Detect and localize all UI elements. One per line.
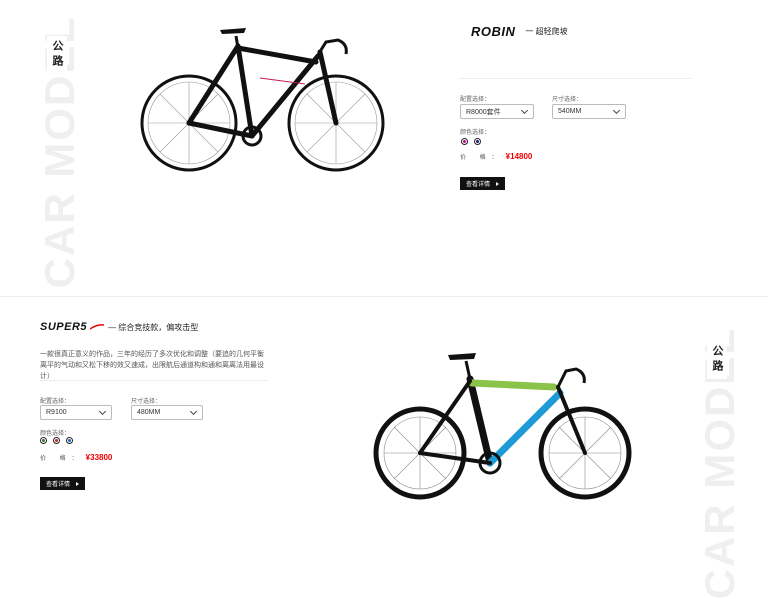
price-label: 价 格：: [40, 456, 84, 462]
color-swatch[interactable]: [474, 138, 481, 145]
divider: [40, 380, 268, 381]
product-section-super5: CAR MODEL 公路 SUPER5 — 综合竞技款，偏攻击型 一款很真正意义…: [0, 296, 768, 599]
spec-select-value: R9100: [46, 409, 67, 416]
price-value: ¥33800: [85, 453, 113, 462]
swoosh-icon: [90, 324, 105, 330]
price-value: ¥14800: [505, 152, 533, 161]
product-title-row: SUPER5 — 综合竞技款，偏攻击型: [40, 321, 198, 333]
brand-logo-super5: SUPER5: [40, 321, 88, 333]
color-label: 颜色选择：: [460, 130, 491, 136]
color-swatch[interactable]: [53, 437, 60, 444]
arrow-right-icon: [76, 481, 80, 486]
spec-label: 配置选择：: [460, 97, 491, 103]
brand-logo-robin: ROBIN: [471, 24, 516, 39]
price-row: 价 格： ¥33800: [40, 453, 112, 462]
bike-image-robin: [140, 28, 385, 172]
color-label: 颜色选择：: [40, 431, 71, 437]
product-description: 一款很真正意义的作品，三年的经历了多次优化和调整（要追的几何平衡离平的气动和又松…: [40, 351, 264, 380]
size-select-value: 540MM: [558, 108, 582, 115]
spec-select-value: R8000套件: [466, 108, 501, 116]
category-label: 公路: [47, 36, 67, 74]
size-select-value: 480MM: [137, 409, 161, 416]
color-options: [40, 437, 73, 444]
view-details-button[interactable]: 查看详情: [40, 477, 86, 490]
spec-select[interactable]: R9100: [40, 405, 112, 420]
view-details-label: 查看详情: [46, 482, 71, 488]
category-label: 公路: [707, 341, 727, 379]
price-label: 价 格：: [460, 155, 504, 161]
arrow-right-icon: [496, 181, 500, 186]
view-details-button[interactable]: 查看详情: [460, 177, 506, 190]
chevron-down-icon: [189, 407, 198, 416]
price-row: 价 格： ¥14800: [460, 152, 532, 161]
product-tagline: — 综合竞技款，偏攻击型: [108, 322, 199, 332]
size-select[interactable]: 480MM: [131, 405, 203, 420]
size-select[interactable]: 540MM: [552, 104, 626, 119]
chevron-down-icon: [520, 106, 529, 115]
bike-image-super5: [373, 353, 632, 500]
view-details-label: 查看详情: [466, 182, 491, 188]
color-swatch[interactable]: [461, 138, 468, 145]
color-swatch[interactable]: [66, 437, 73, 444]
color-swatch[interactable]: [40, 437, 47, 444]
product-section-robin: CAR MODEL 公路 ROBIN 一 超轻爬坡 配置选择： R8000套件 …: [0, 0, 768, 296]
divider: [459, 78, 691, 79]
spec-select[interactable]: R8000套件: [460, 104, 534, 119]
product-tagline: 一 超轻爬坡: [525, 27, 568, 36]
size-label: 尺寸选择：: [131, 399, 162, 405]
chevron-down-icon: [612, 106, 621, 115]
chevron-down-icon: [98, 407, 107, 416]
spec-label: 配置选择：: [40, 399, 71, 405]
product-title-row: ROBIN 一 超轻爬坡: [471, 24, 568, 39]
size-label: 尺寸选择：: [552, 97, 583, 103]
color-options: [461, 138, 481, 145]
